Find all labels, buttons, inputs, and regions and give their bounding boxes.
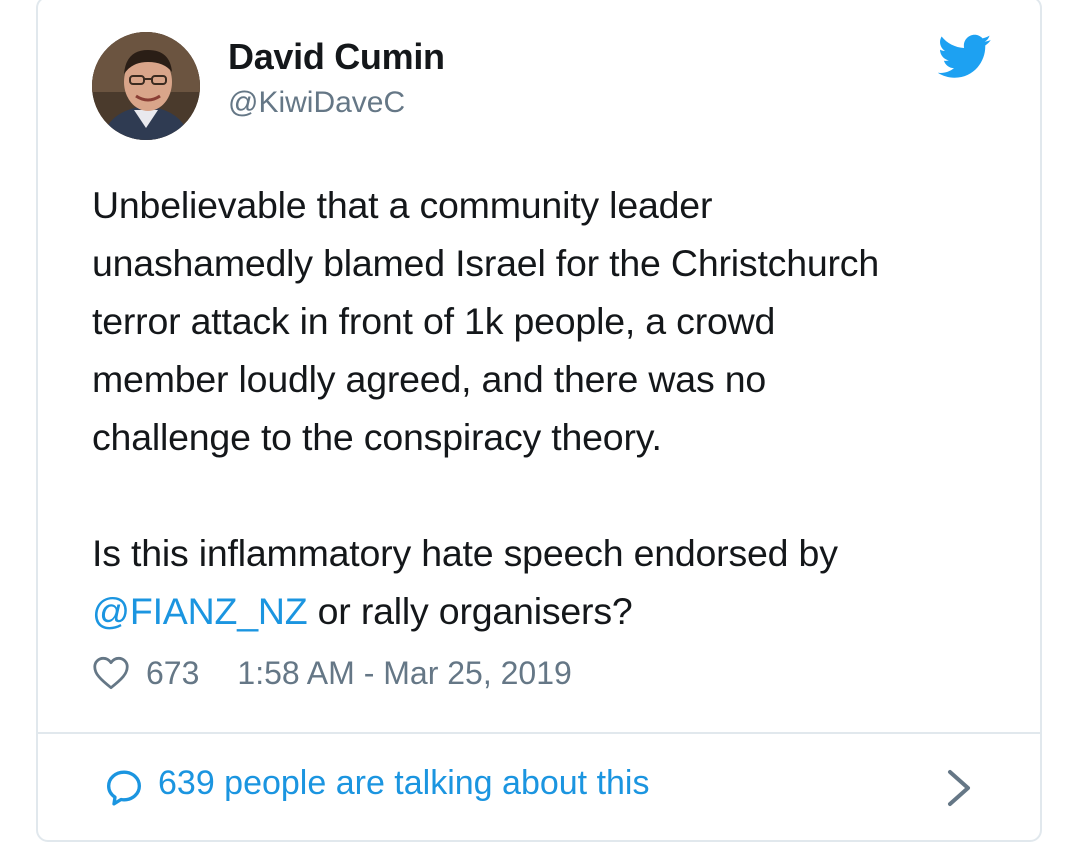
tweet-text: Unbelievable that a community leader una… xyxy=(92,176,1022,640)
author-handle[interactable]: @KiwiDaveC xyxy=(228,86,405,120)
tweet-card: David Cumin @KiwiDaveC Unbelievable that… xyxy=(36,0,1042,842)
tweet-text-line: unashamedly blamed Israel for the Christ… xyxy=(92,242,880,284)
tweet-text-line: terror attack in front of 1k people, a c… xyxy=(92,300,776,342)
heart-icon[interactable] xyxy=(92,656,130,690)
tweet-text-line: Unbelievable that a community leader xyxy=(92,184,713,226)
tweet-text-line: Is this inflammatory hate speech endorse… xyxy=(92,532,838,574)
talking-about-label[interactable]: 639 people are talking about this xyxy=(158,764,649,803)
talking-about-link[interactable]: 639 people are talking about this xyxy=(38,734,1040,840)
author-name[interactable]: David Cumin xyxy=(228,36,445,78)
speech-bubble-icon xyxy=(104,768,144,808)
twitter-bird-icon[interactable] xyxy=(937,34,992,80)
chevron-right-icon[interactable] xyxy=(946,768,972,808)
avatar[interactable] xyxy=(92,32,200,140)
mention-link[interactable]: @FIANZ_NZ xyxy=(92,590,308,632)
tweet-text-line: challenge to the conspiracy theory. xyxy=(92,416,662,458)
tweet-meta: 673 1:58 AM - Mar 25, 2019 xyxy=(92,650,572,696)
tweet-text-fragment: or rally organisers? xyxy=(307,590,633,632)
tweet-text-line: @FIANZ_NZ or rally organisers? xyxy=(92,582,1022,640)
profile-photo xyxy=(92,32,200,140)
like-count: 673 xyxy=(146,654,200,691)
tweet-text-line: member loudly agreed, and there was no xyxy=(92,358,767,400)
timestamp[interactable]: 1:58 AM - Mar 25, 2019 xyxy=(237,655,571,692)
